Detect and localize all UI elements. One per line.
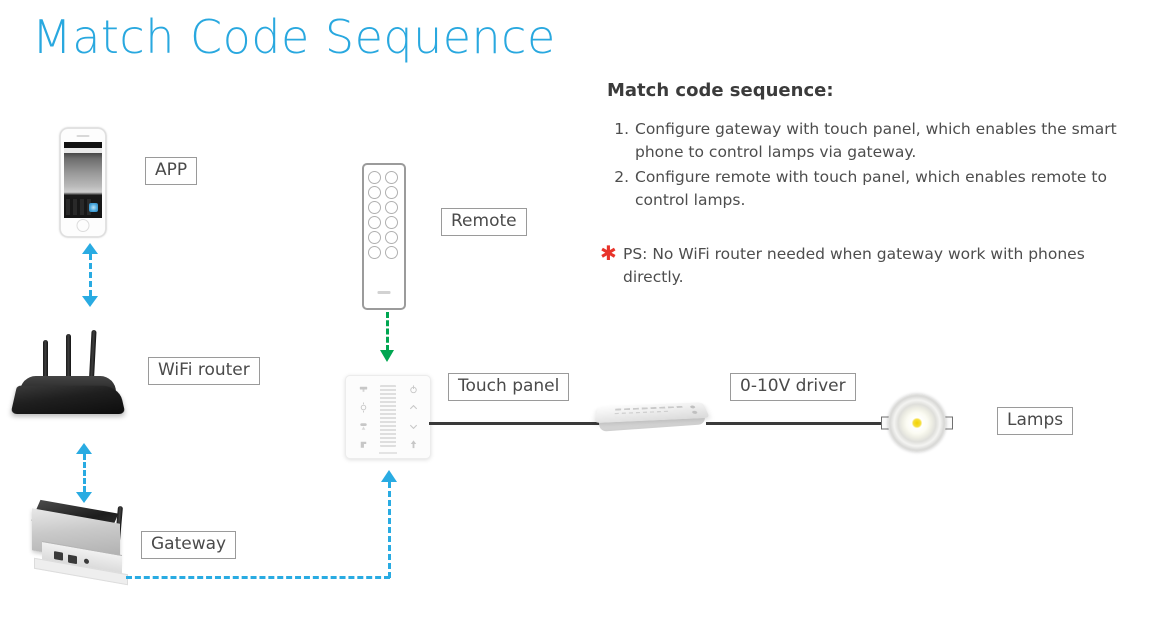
gateway-port [68,554,77,565]
instructions-note: ✱ PS: No WiFi router needed when gateway… [600,243,1148,289]
touch-panel-device [345,375,431,459]
remote-button [368,246,381,259]
driver-label-print [615,405,684,411]
remote-button [368,231,381,244]
list-item-text: Configure gateway with touch panel, whic… [635,120,1117,161]
remote-bottom-bar [377,291,391,294]
touch-panel-slider[interactable] [380,385,396,447]
remote-button-grid [368,171,400,259]
remote-control-device [362,163,406,310]
list-item-number: 1. [614,120,629,138]
label-wifi-router: WiFi router [148,357,260,385]
arrowhead-up-icon [82,243,98,254]
arrowhead-down-icon [76,492,92,503]
wire-touchpanel-driver [429,422,611,425]
arrowhead-up-icon [76,443,92,454]
phone-screen [64,142,102,218]
arrowhead-down-icon [82,296,98,307]
phone-nav-bar [64,148,102,153]
remote-button [368,216,381,229]
remote-button [368,186,381,199]
arrowhead-down-icon [380,350,394,362]
label-touch-panel: Touch panel [448,373,570,401]
list-item-number: 2. [614,168,629,186]
remote-button [385,171,398,184]
remote-button [385,186,398,199]
instructions-list: 1. Configure gateway with touch panel, w… [607,118,1147,214]
arrowhead-up-icon [381,470,397,482]
driver-label-print [614,410,671,415]
spotlight-icon [360,441,366,448]
connector-app-router [89,254,92,296]
remote-button [385,201,398,214]
touch-panel-right-icons [403,384,423,450]
connector-router-gateway [83,454,86,492]
instructions-heading: Match code sequence: [607,80,834,101]
label-app: APP [145,157,198,185]
list-item: 1. Configure gateway with touch panel, w… [607,118,1147,164]
wifi-router-device [10,385,126,414]
brightness-icon [360,402,366,413]
remote-button [368,201,381,214]
driver-terminal [689,405,696,409]
remote-button [368,171,381,184]
wire-driver-lamp [706,422,891,425]
connector-gateway-touchpanel-horizontal [126,576,390,579]
downlight-icon [359,422,367,430]
touch-panel-left-icons [353,384,373,450]
lamp-device [888,394,946,452]
driver-terminal [691,410,698,414]
smartphone-device [60,128,106,237]
remote-button [385,231,398,244]
chevron-down-icon [409,424,417,429]
scene-icon [410,440,416,449]
power-icon [409,385,417,394]
connector-remote-touchpanel [386,312,389,351]
remote-button [385,216,398,229]
list-item-text: Configure remote with touch panel, which… [635,168,1107,209]
chevron-up-icon [409,405,417,410]
phone-app-icon [89,203,98,212]
lamp-icon [359,386,367,392]
phone-home-button [76,219,90,232]
label-gateway: Gateway [141,531,237,559]
gateway-led [84,558,89,565]
label-lamps: Lamps [997,407,1074,435]
remote-button [385,246,398,259]
touch-panel-slider-base [379,452,397,454]
label-driver: 0-10V driver [730,373,856,401]
diagram-canvas: Match Code Sequence Match code sequence:… [0,0,1158,633]
gateway-port [54,551,63,561]
phone-earpiece [76,135,90,137]
instructions-note-text: PS: No WiFi router needed when gateway w… [623,245,1085,286]
list-item: 2. Configure remote with touch panel, wh… [607,166,1147,212]
page-title: Match Code Sequence [32,10,556,64]
label-remote: Remote [441,208,527,236]
asterisk-icon: ✱ [600,241,617,265]
connector-gateway-touchpanel-vertical [388,482,391,578]
